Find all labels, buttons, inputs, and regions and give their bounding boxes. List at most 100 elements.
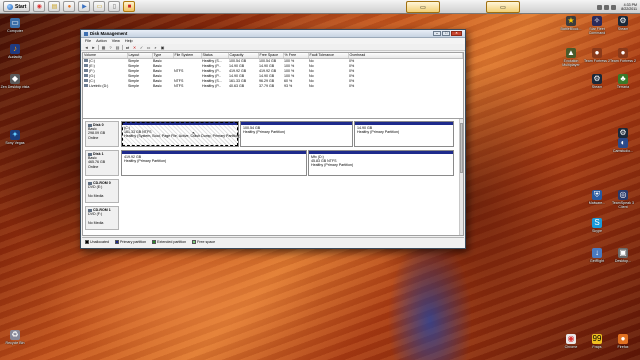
- disk-label[interactable]: CD-ROM 1 DVD (F:) No Media: [85, 206, 119, 230]
- volume-icon: [84, 74, 88, 78]
- partition-block[interactable]: 14.90 GB Healthy (Primary Partition): [354, 121, 454, 147]
- camstudio-icon: ◐: [618, 138, 628, 148]
- legend-item: Free space: [192, 239, 216, 244]
- disk-label[interactable]: Disk 1 Basic 465.76 GB Online: [85, 150, 119, 176]
- toolbar: ◄ ► ▦ ? ▤ ⇄ ✕ ✓ ▭ ⌕ ▣: [81, 44, 465, 51]
- taskbar: Start ◉ ▤ ● ▶ ▭ ▯ ■: [0, 0, 640, 14]
- game-icon: ★: [566, 16, 576, 26]
- maximize-button[interactable]: □: [442, 31, 450, 36]
- fraps-icon: 99: [592, 334, 602, 344]
- recycle-bin-icon: ♻: [10, 330, 20, 340]
- menu-view[interactable]: View: [112, 39, 120, 43]
- desktop-icon[interactable]: ● Firefox: [608, 334, 638, 349]
- partition-strip: 419.92 GB Healthy (Primary Partition) Mf…: [121, 150, 457, 176]
- table-cell: 93 %: [284, 83, 293, 88]
- delete-icon[interactable]: ✕: [132, 45, 137, 50]
- disk-row-cdrom-0: CD-ROM 0 DVD (E:) No Media: [85, 179, 457, 203]
- desktop-icon[interactable]: ◎ TeamSpeak 3 Client: [608, 190, 638, 209]
- disk-label[interactable]: Disk 0 Basic 298.09 GB Online: [85, 121, 119, 147]
- desktop-icon[interactable]: ▣ Desktop...: [608, 248, 638, 263]
- desktop-icon-recycle-bin[interactable]: ♻ Recycle Bin: [0, 330, 30, 345]
- desktop-icon-audacity[interactable]: ♪ Audacity: [0, 44, 30, 59]
- desktop-icon-computer[interactable]: ▭ Computer: [0, 18, 30, 33]
- back-icon[interactable]: ◄: [84, 45, 89, 50]
- disk-graphical-view: Disk 0 Basic 298.09 GB Online (C:) 161.3…: [82, 118, 464, 236]
- volume-icon: [84, 84, 88, 88]
- menu-help[interactable]: Help: [125, 39, 133, 43]
- partition-block[interactable]: Mfx (D:) 45.83 GB NTFS Healthy (Primary …: [308, 150, 454, 176]
- tray-icon[interactable]: [604, 4, 610, 10]
- menu-file[interactable]: File: [85, 39, 91, 43]
- disk-icon: [88, 152, 92, 156]
- chrome-icon: ◉: [566, 334, 576, 344]
- forward-icon[interactable]: ►: [91, 45, 96, 50]
- disk-label[interactable]: CD-ROM 0 DVD (E:) No Media: [85, 179, 119, 203]
- close-button[interactable]: ×: [451, 31, 462, 36]
- skype-icon: S: [592, 218, 602, 228]
- help-icon[interactable]: ?: [108, 45, 113, 50]
- document-icon[interactable]: ▯: [108, 1, 121, 12]
- firefox-icon[interactable]: ●: [63, 1, 76, 12]
- menu-action[interactable]: Action: [96, 39, 107, 43]
- chrome-icon[interactable]: ◉: [33, 1, 46, 12]
- desktop-icon[interactable]: S Skype: [582, 218, 612, 233]
- partition-status: Healthy (Primary Partition): [357, 130, 400, 135]
- explorer-icon[interactable]: ▤: [48, 1, 61, 12]
- minimize-button[interactable]: –: [433, 31, 441, 36]
- vertical-scrollbar[interactable]: [459, 119, 463, 235]
- table-cell: NTFS: [174, 83, 184, 88]
- volume-icon[interactable]: [611, 4, 617, 10]
- folder-icon[interactable]: ▭: [93, 1, 106, 12]
- partition-status: Healthy (Primary Partition): [124, 159, 167, 164]
- open-icon[interactable]: ▭: [146, 45, 151, 50]
- partition-block[interactable]: (C:) 161.33 GB NTFS Healthy (System, Boo…: [121, 121, 240, 147]
- table-cell: Liveinfo (D:): [83, 83, 127, 88]
- disk-state: No Media: [88, 220, 104, 225]
- console-tree-icon[interactable]: ▦: [101, 45, 106, 50]
- partition-status: Healthy (Primary Partition): [311, 163, 354, 168]
- taskbar-window-disk-management[interactable]: ▭: [406, 1, 440, 13]
- partition-status: Healthy (Primary Partition): [243, 130, 286, 135]
- legend-label: Free space: [197, 239, 216, 244]
- legend-item: Extended partition: [152, 239, 187, 244]
- red-app-icon[interactable]: ■: [123, 1, 136, 12]
- partition-block[interactable]: 100.54 GB Healthy (Primary Partition): [240, 121, 353, 147]
- legend-swatch: [114, 239, 119, 244]
- desktop-icon[interactable]: ◐ Camstudio...: [608, 138, 638, 153]
- properties-icon[interactable]: ▤: [115, 45, 120, 50]
- connect-icon[interactable]: ⇄: [125, 45, 130, 50]
- disk-row-0: Disk 0 Basic 298.09 GB Online (C:) 161.3…: [85, 121, 457, 147]
- check-icon[interactable]: ✓: [139, 45, 144, 50]
- steam-icon: ⚙: [618, 16, 628, 26]
- disk-state: Online: [88, 164, 99, 169]
- clock[interactable]: 4:33 PM 8/22/2011: [621, 3, 637, 12]
- search-icon[interactable]: ⌕: [153, 45, 158, 50]
- desktop-icon[interactable]: ♣ Terraria: [608, 74, 638, 89]
- getright-icon: ↓: [592, 248, 602, 258]
- table-row[interactable]: Liveinfo (D:) Simple Basic NTFS Healthy (P..…: [83, 83, 463, 88]
- legend-item: Primary partition: [114, 239, 146, 244]
- taskbar-window-2[interactable]: ▭: [486, 1, 520, 13]
- tf2-icon: ●: [618, 48, 628, 58]
- partition-block[interactable]: 419.92 GB Healthy (Primary Partition): [121, 150, 307, 176]
- scrollbar-thumb[interactable]: [460, 123, 463, 173]
- start-button[interactable]: Start: [3, 1, 31, 12]
- starfleet-icon: ✧: [592, 16, 602, 26]
- tray-icon[interactable]: [597, 4, 603, 10]
- media-player-icon[interactable]: ▶: [78, 1, 91, 12]
- table-cell: 0%: [349, 83, 355, 88]
- legend-label: Extended partition: [157, 239, 187, 244]
- table-cell: 37.79 GB: [259, 83, 275, 88]
- desktop-icon[interactable]: ● Team Fortress 2: [608, 48, 638, 63]
- desktop-icon-zen[interactable]: ◆ Zen Desktop vista: [0, 74, 30, 89]
- window-icon: ▭: [500, 4, 506, 11]
- window-titlebar[interactable]: Disk Management – □ ×: [81, 30, 465, 38]
- partition-strip: (C:) 161.33 GB NTFS Healthy (System, Boo…: [121, 121, 457, 147]
- desktop-icon[interactable]: ⚙Steam: [608, 16, 638, 31]
- firefox-icon: ●: [618, 334, 628, 344]
- cdrom-icon: [88, 181, 92, 185]
- desktop-icon-sony-vegas[interactable]: ✦ Sony Vegas: [0, 130, 30, 145]
- partition-strip: [121, 206, 457, 230]
- view-icon[interactable]: ▣: [160, 45, 165, 50]
- game-icon: ▲: [566, 48, 576, 58]
